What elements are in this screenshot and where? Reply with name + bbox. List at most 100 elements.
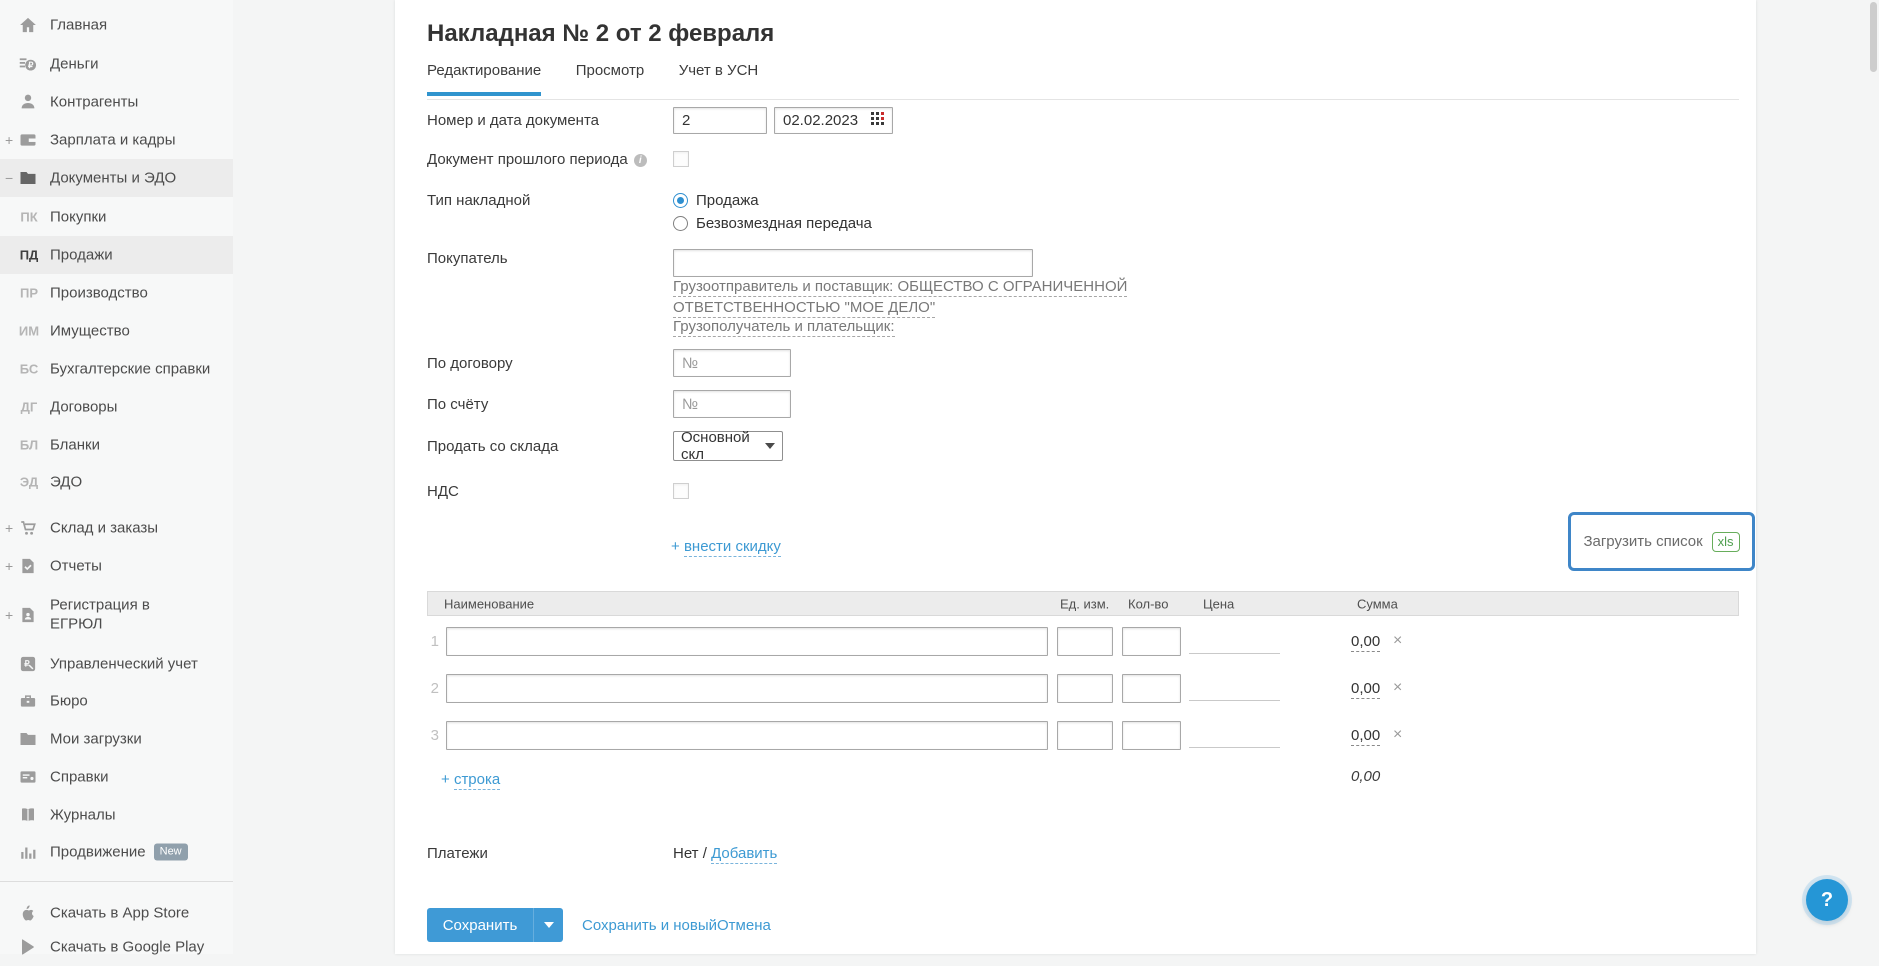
sidebar-item-label: Зарплата и кадры <box>50 132 176 149</box>
item-name-input[interactable] <box>446 721 1048 750</box>
subitem-code: ДГ <box>14 400 44 415</box>
sidebar-item-reports[interactable]: + Отчеты <box>0 547 233 585</box>
sidebar-item-documents[interactable]: − Документы и ЭДО <box>0 159 233 197</box>
sidebar-item-label: Скачать в App Store <box>50 905 189 922</box>
sidebar-item-app-store[interactable]: Скачать в App Store <box>0 894 233 932</box>
help-button[interactable]: ? <box>1806 879 1848 921</box>
cancel-link[interactable]: Отмена <box>717 917 771 934</box>
radio-selected-icon[interactable] <box>673 193 688 208</box>
sidebar-item-contractors[interactable]: Контрагенты <box>0 83 233 121</box>
sidebar-subitem-forms[interactable]: БЛ Бланки <box>0 426 233 464</box>
item-unit-input[interactable] <box>1057 721 1113 750</box>
sidebar-item-registration[interactable]: + Регистрация в ЕГРЮЛ <box>0 585 233 645</box>
bureau-icon <box>19 692 37 710</box>
col-sum: Сумма <box>1357 596 1398 611</box>
promotion-chart-icon <box>19 843 37 861</box>
sidebar-subitem-purchases[interactable]: ПК Покупки <box>0 198 233 236</box>
sidebar-item-label: Склад и заказы <box>50 520 158 537</box>
sidebar-item-certificates[interactable]: Справки <box>0 758 233 796</box>
save-button[interactable]: Сохранить <box>427 908 563 942</box>
certificates-icon <box>19 768 37 786</box>
item-name-input[interactable] <box>446 674 1048 703</box>
tab-usn[interactable]: Учет в УСН <box>679 62 759 92</box>
subitem-label: ЭДО <box>50 474 82 491</box>
sidebar-subitem-sales[interactable]: ПД Продажи <box>0 236 233 274</box>
sidebar-item-salary[interactable]: + Зарплата и кадры <box>0 121 233 159</box>
type-radio-sale[interactable]: Продажа <box>673 192 759 209</box>
upload-list-button[interactable]: Загрузить список xls <box>1568 512 1755 571</box>
radio-unselected-icon[interactable] <box>673 216 688 231</box>
payments-label: Платежи <box>427 845 488 862</box>
calendar-icon[interactable] <box>871 112 884 129</box>
sidebar-subitem-edo[interactable]: ЭД ЭДО <box>0 463 233 501</box>
invoice-form-panel: Накладная № 2 от 2 февраля Редактировани… <box>395 0 1756 954</box>
row-number: 2 <box>425 680 439 697</box>
payments-add-link[interactable]: Добавить <box>711 845 777 864</box>
item-price-input[interactable] <box>1189 724 1280 748</box>
item-sum-link[interactable]: 0,00 <box>1351 633 1380 650</box>
sidebar: Главная ₽ Деньги Контрагенты + Зарплата … <box>0 0 233 954</box>
journals-icon <box>19 806 37 824</box>
item-qty-input[interactable] <box>1122 721 1181 750</box>
sidebar-item-money[interactable]: ₽ Деньги <box>0 45 233 83</box>
past-period-checkbox[interactable] <box>673 151 689 167</box>
delete-row-icon[interactable]: × <box>1393 726 1402 744</box>
expand-minus-icon[interactable]: − <box>5 170 13 186</box>
sidebar-subitem-property[interactable]: ИМ Имущество <box>0 312 233 350</box>
scrollbar-thumb[interactable] <box>1870 2 1877 72</box>
buyer-input[interactable] <box>673 249 1033 277</box>
item-sum-link[interactable]: 0,00 <box>1351 680 1380 697</box>
sidebar-item-label: Справки <box>50 769 109 786</box>
invoice-number-input[interactable] <box>673 390 791 418</box>
shipper-supplier-link[interactable]: Грузоотправитель и поставщик: ОБЩЕСТВО С… <box>673 278 1127 295</box>
document-number-input[interactable] <box>673 107 767 134</box>
add-discount-link[interactable]: + внести скидку <box>671 538 781 555</box>
sidebar-subitem-contracts[interactable]: ДГ Договоры <box>0 388 233 426</box>
delete-row-icon[interactable]: × <box>1393 632 1402 650</box>
item-qty-input[interactable] <box>1122 674 1181 703</box>
shipper-supplier-link-line2[interactable]: ОТВЕТСТВЕННОСТЬЮ "МОЕ ДЕЛО" <box>673 299 935 316</box>
page-title: Накладная № 2 от 2 февраля <box>427 20 774 48</box>
save-dropdown-button[interactable] <box>533 908 563 942</box>
question-icon: ? <box>1821 889 1833 912</box>
sidebar-item-warehouse[interactable]: + Склад и заказы <box>0 509 233 547</box>
apple-icon <box>19 904 37 922</box>
item-price-input[interactable] <box>1189 677 1280 701</box>
sidebar-item-home[interactable]: Главная <box>0 6 233 44</box>
contract-number-input[interactable] <box>673 349 791 377</box>
document-date-input[interactable]: 02.02.2023 <box>774 107 893 134</box>
sidebar-subitem-accounting-certificates[interactable]: БС Бухгалтерские справки <box>0 350 233 388</box>
add-row-link[interactable]: + строка <box>441 771 500 788</box>
warehouse-select[interactable]: Основной скл <box>673 431 783 461</box>
subitem-code: ПД <box>14 248 44 263</box>
consignee-payer-link[interactable]: Грузополучатель и плательщик: <box>673 318 895 335</box>
item-price-input[interactable] <box>1189 630 1280 654</box>
item-unit-input[interactable] <box>1057 627 1113 656</box>
item-sum-link[interactable]: 0,00 <box>1351 727 1380 744</box>
save-and-new-link[interactable]: Сохранить и новый <box>582 917 717 934</box>
sidebar-item-label: Мои загрузки <box>50 731 142 748</box>
delete-row-icon[interactable]: × <box>1393 679 1402 697</box>
subitem-code: ПР <box>14 286 44 301</box>
vat-checkbox[interactable] <box>673 483 689 499</box>
expand-plus-icon[interactable]: + <box>5 132 13 148</box>
item-qty-input[interactable] <box>1122 627 1181 656</box>
contract-label: По договору <box>427 355 513 372</box>
vat-label: НДС <box>427 483 459 500</box>
sidebar-item-promotion[interactable]: ПродвижениеNew <box>0 833 233 871</box>
tab-editing[interactable]: Редактирование <box>427 62 541 96</box>
item-name-input[interactable] <box>446 627 1048 656</box>
documents-folder-icon <box>19 169 37 187</box>
item-unit-input[interactable] <box>1057 674 1113 703</box>
expand-plus-icon[interactable]: + <box>5 607 13 623</box>
expand-plus-icon[interactable]: + <box>5 558 13 574</box>
sidebar-item-bureau[interactable]: Бюро <box>0 682 233 720</box>
sidebar-item-management[interactable]: ₽ Управленческий учет <box>0 645 233 683</box>
expand-plus-icon[interactable]: + <box>5 520 13 536</box>
sidebar-item-google-play[interactable]: Скачать в Google Play <box>0 928 233 966</box>
sidebar-item-downloads[interactable]: Мои загрузки <box>0 720 233 758</box>
tab-preview[interactable]: Просмотр <box>576 62 645 92</box>
sidebar-subitem-production[interactable]: ПР Производство <box>0 274 233 312</box>
type-radio-free-transfer[interactable]: Безвозмездная передача <box>673 215 872 232</box>
sidebar-item-journals[interactable]: Журналы <box>0 796 233 834</box>
